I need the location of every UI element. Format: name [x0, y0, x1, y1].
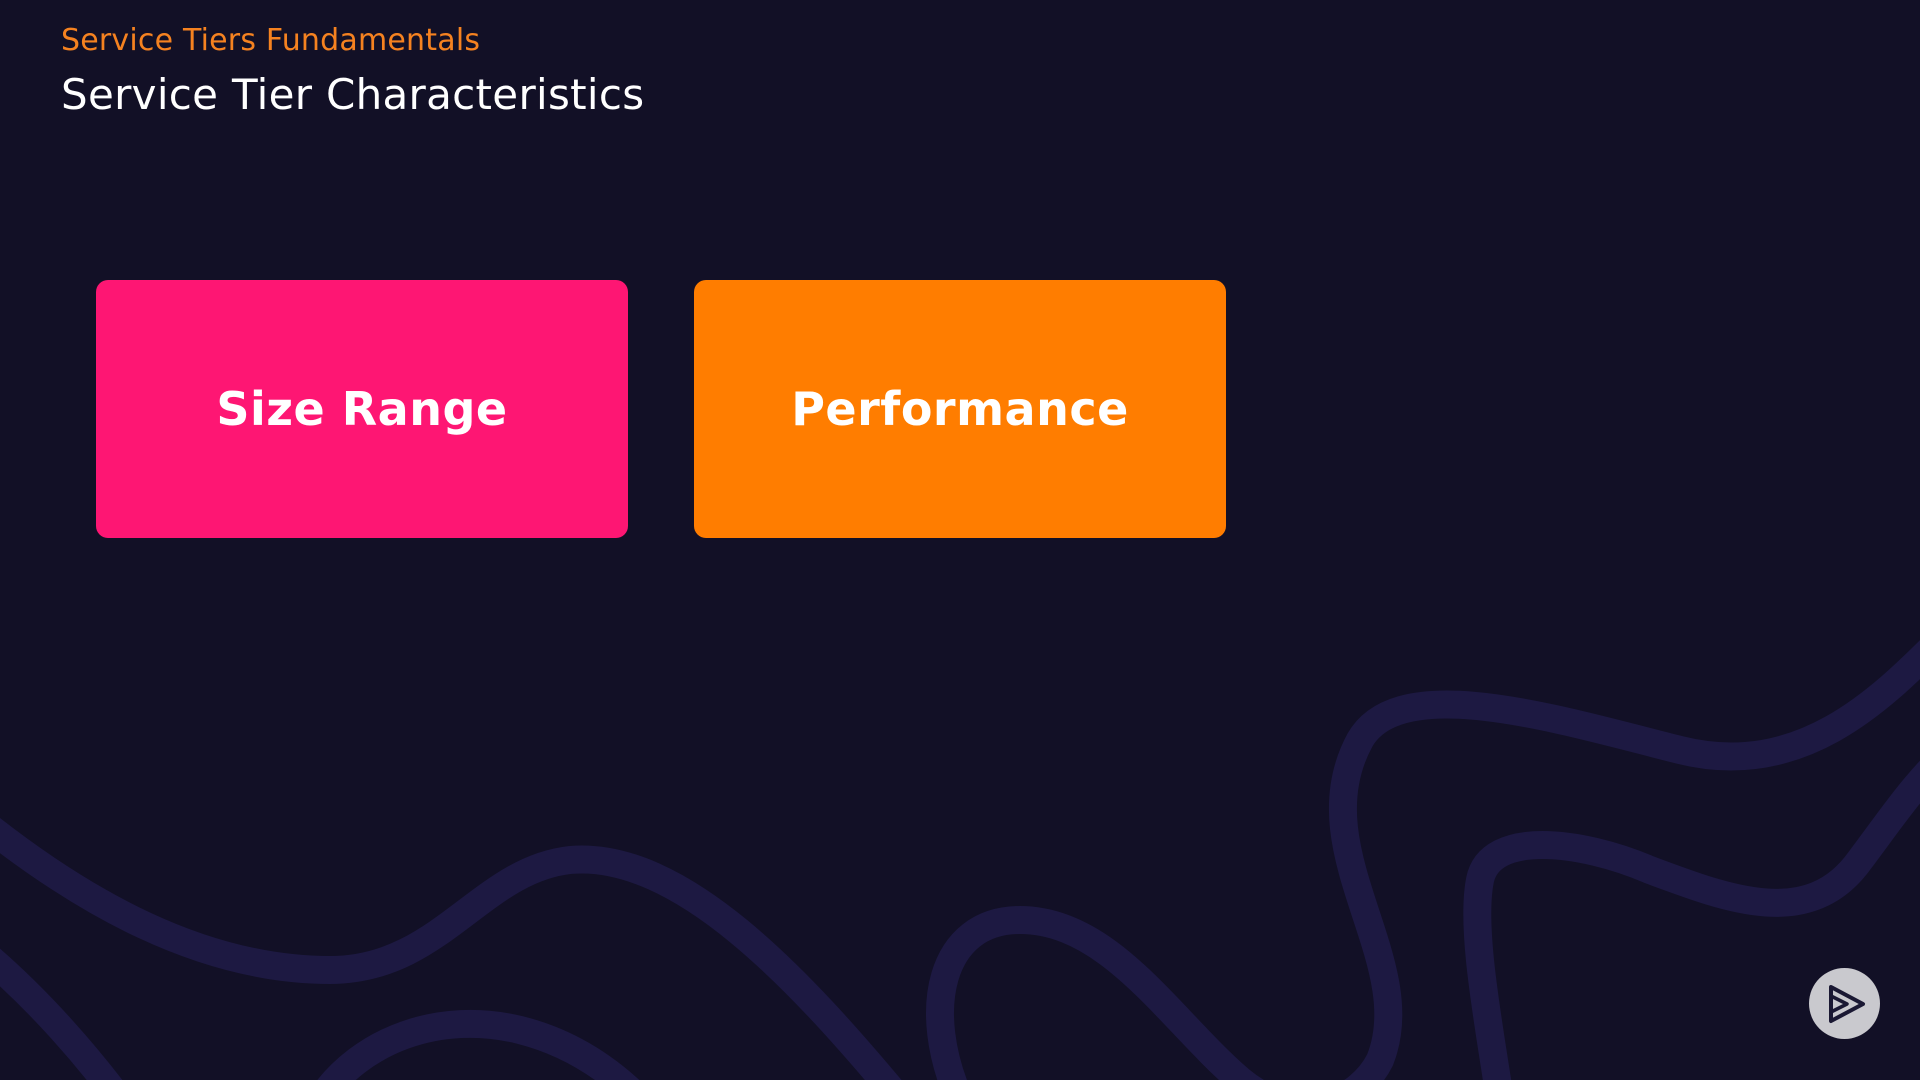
- section-eyebrow: Service Tiers Fundamentals: [61, 23, 481, 58]
- background-waves: [0, 640, 1920, 1080]
- size-range-label: Size Range: [216, 382, 508, 436]
- performance-card[interactable]: Performance: [694, 280, 1226, 538]
- play-triangle-icon: [1828, 984, 1865, 1023]
- slide: Service Tiers Fundamentals Service Tier …: [0, 0, 1920, 1080]
- play-logo-icon: [1809, 968, 1880, 1039]
- page-title: Service Tier Characteristics: [61, 70, 645, 119]
- performance-label: Performance: [791, 382, 1129, 436]
- size-range-card[interactable]: Size Range: [96, 280, 628, 538]
